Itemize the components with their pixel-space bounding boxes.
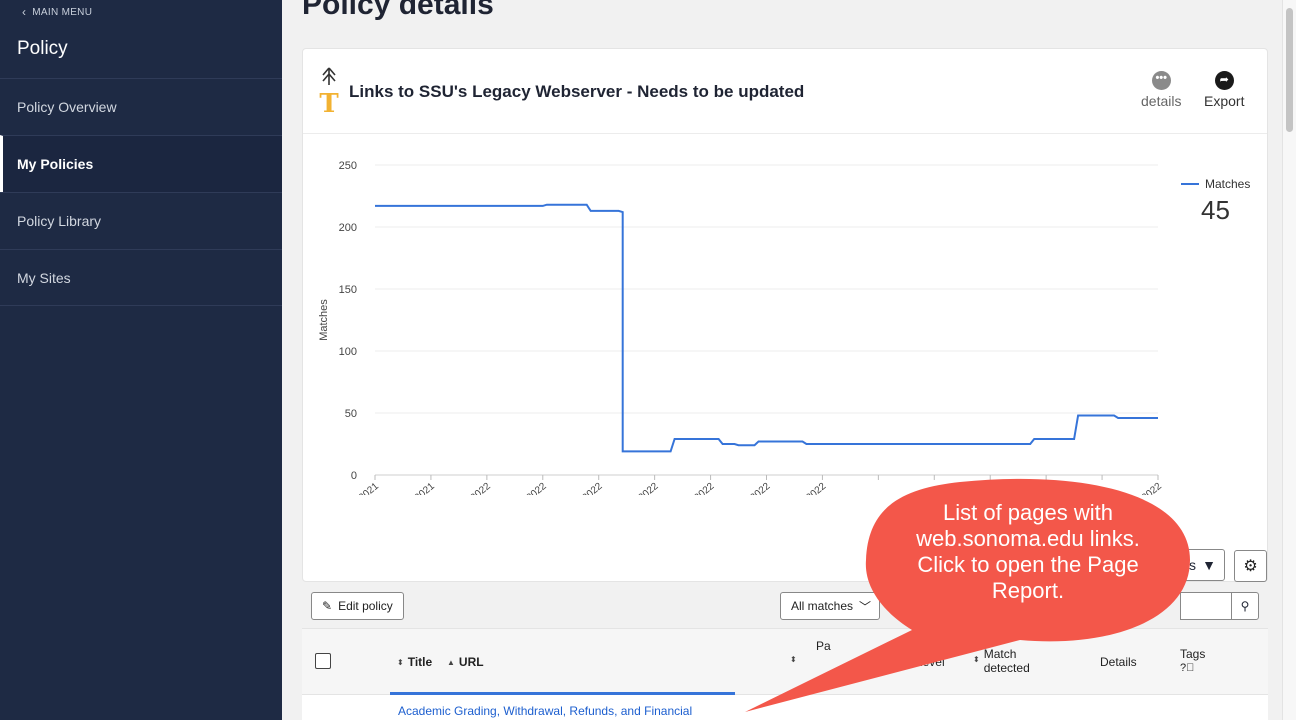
details-label: details bbox=[1141, 93, 1182, 109]
search-button[interactable]: ⚲ bbox=[1231, 592, 1259, 620]
chevron-left-icon: ‹ bbox=[22, 5, 27, 19]
page-title: Policy details bbox=[302, 0, 494, 21]
page-column-header[interactable]: Pa bbox=[816, 639, 831, 653]
select-all-checkbox[interactable] bbox=[315, 653, 331, 669]
title-header-label: Title bbox=[407, 655, 433, 669]
y-tick-label: 50 bbox=[345, 408, 357, 420]
callout-text: List of pages with web.sonoma.edu links.… bbox=[872, 500, 1184, 604]
x-tick-label: 3/7/2022 bbox=[680, 481, 717, 495]
y-axis-label: Matches bbox=[318, 299, 330, 341]
callout-line: List of pages with bbox=[943, 500, 1113, 525]
title-column-header[interactable]: ⬍ Title bbox=[397, 655, 432, 669]
page-level-header-label: Page level bbox=[888, 655, 945, 669]
filter-label: All matches bbox=[791, 599, 854, 613]
legend-current-value: 45 bbox=[1201, 195, 1230, 225]
sidebar: ‹ MAIN MENU Policy Policy Overview My Po… bbox=[0, 0, 282, 720]
help-circle-icon[interactable]: ?⃝ bbox=[1180, 662, 1194, 674]
tree-logo-icon: T bbox=[319, 67, 339, 115]
view-select-value: s bbox=[1189, 557, 1196, 573]
url-column-header[interactable]: ▲ URL bbox=[447, 655, 484, 669]
match-header-line1: Match bbox=[983, 647, 1017, 661]
export-label: Export bbox=[1204, 93, 1245, 109]
match-header-line2: detected bbox=[983, 661, 1030, 675]
legend-label: Matches bbox=[1205, 177, 1251, 191]
more-dots-icon: ••• bbox=[1151, 71, 1171, 90]
settings-button[interactable]: ⚙ bbox=[1234, 550, 1267, 582]
tags-header-label: Tags bbox=[1180, 647, 1206, 661]
tags-column-header: Tags ?⃝ bbox=[1180, 647, 1205, 674]
series-line-matches bbox=[375, 203, 1158, 453]
sort-icon: ⬍ bbox=[973, 655, 980, 664]
pencil-icon: ✎ bbox=[322, 599, 333, 613]
x-tick-label: 1/10/2022 bbox=[452, 481, 493, 495]
page-title-link[interactable]: Academic Grading, Withdrawal, Refunds, a… bbox=[398, 704, 692, 718]
sidebar-title: Policy bbox=[17, 38, 68, 59]
main-menu-label: MAIN MENU bbox=[32, 6, 93, 18]
svg-text:T: T bbox=[319, 89, 339, 115]
page-scrollbar[interactable] bbox=[1282, 0, 1296, 720]
callout-line: Click to open the Page bbox=[917, 552, 1139, 577]
export-button[interactable]: ➦ Export bbox=[1204, 71, 1244, 109]
x-tick-label: 3/21/2022 bbox=[731, 481, 772, 495]
sidebar-item-my-sites[interactable]: My Sites bbox=[0, 249, 282, 306]
search-icon: ⚲ bbox=[1240, 599, 1250, 613]
sidebar-item-label: Policy Library bbox=[17, 213, 102, 229]
sidebar-nav: Policy Overview My Policies Policy Libra… bbox=[0, 78, 282, 306]
edit-policy-label: Edit policy bbox=[338, 599, 393, 613]
y-tick-label: 0 bbox=[351, 470, 357, 482]
search-input[interactable] bbox=[1180, 592, 1232, 620]
export-arrow-icon: ➦ bbox=[1214, 71, 1234, 90]
chart-legend[interactable]: Matches bbox=[1181, 177, 1250, 191]
page-header-label: Pa bbox=[816, 639, 831, 653]
view-select[interactable]: s ▼ bbox=[1180, 549, 1225, 581]
x-tick-label: 2022 bbox=[1140, 481, 1164, 495]
callout-line: Report. bbox=[991, 578, 1065, 603]
x-tick-label: 12/27/2021 bbox=[391, 481, 437, 495]
legend-swatch bbox=[1181, 183, 1199, 185]
x-tick-label: 12/13/2021 bbox=[336, 481, 382, 495]
details-button[interactable]: ••• details bbox=[1141, 71, 1181, 109]
x-tick-label: 2/21/2022 bbox=[619, 481, 660, 495]
sidebar-item-policy-library[interactable]: Policy Library bbox=[0, 192, 282, 249]
y-tick-label: 150 bbox=[339, 284, 357, 296]
x-tick-label: 4/4/2022 bbox=[791, 481, 828, 495]
y-tick-label: 200 bbox=[339, 222, 357, 234]
callout-line: web.sonoma.edu links. bbox=[916, 526, 1140, 551]
scrollbar-thumb[interactable] bbox=[1286, 8, 1293, 132]
x-tick-label: 1/24/2022 bbox=[508, 481, 549, 495]
gear-icon: ⚙ bbox=[1243, 558, 1258, 575]
sidebar-item-label: Policy Overview bbox=[17, 99, 117, 115]
url-header-label: URL bbox=[458, 655, 484, 669]
main-menu-link[interactable]: ‹ MAIN MENU bbox=[22, 5, 92, 19]
caret-down-icon: ▼ bbox=[1202, 557, 1216, 573]
matches-filter-dropdown[interactable]: All matches ﹀ bbox=[780, 592, 880, 620]
edit-policy-button[interactable]: ✎ Edit policy bbox=[311, 592, 404, 620]
y-tick-label: 100 bbox=[339, 346, 357, 358]
hierarchy-icon: ♣ bbox=[876, 655, 885, 669]
sidebar-item-label: My Sites bbox=[17, 269, 71, 286]
card-header: T Links to SSU's Legacy Webserver - Need… bbox=[303, 49, 1267, 134]
sort-ascending-icon: ▲ bbox=[447, 657, 455, 667]
sort-icon: ⬍ bbox=[397, 657, 404, 667]
details-header-label: Details bbox=[1100, 655, 1137, 669]
sidebar-item-policy-overview[interactable]: Policy Overview bbox=[0, 78, 282, 135]
matches-line-chart: 0 50 100 150 200 250 Matches 12/13/2021 12/27/20… bbox=[318, 160, 1164, 495]
sort-icon: ⬍ bbox=[866, 657, 873, 667]
sidebar-item-label: My Policies bbox=[17, 156, 94, 172]
chevron-down-icon: ﹀ bbox=[859, 599, 872, 614]
x-tick-label: 2/7/2022 bbox=[568, 481, 605, 495]
page-help-icon[interactable]: ⊖ bbox=[833, 669, 842, 682]
page-level-column-header[interactable]: ⬍ ♣ Page level bbox=[866, 655, 945, 669]
y-tick-label: 250 bbox=[339, 160, 357, 172]
page-column-sort[interactable]: ⬍ bbox=[790, 655, 797, 664]
match-detected-column-header[interactable]: ⬍ Match detected bbox=[973, 647, 1030, 675]
sidebar-item-my-policies[interactable]: My Policies bbox=[0, 135, 282, 192]
details-column-header: Details bbox=[1100, 655, 1137, 669]
table-header: ⬍ Title ▲ URL ⬍ Pa ⊖ ⬍ ♣ Page level ⬍ Ma… bbox=[302, 628, 1268, 695]
sort-icon: ⬍ bbox=[790, 655, 797, 664]
policy-title: Links to SSU's Legacy Webserver - Needs … bbox=[349, 82, 805, 101]
